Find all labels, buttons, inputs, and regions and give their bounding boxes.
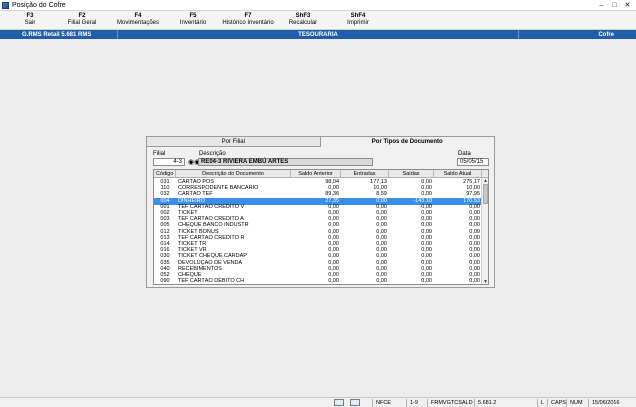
grid-header: Código Descrição do Documento Saldo Ante…: [154, 170, 488, 178]
status-bar: NFCE 1-9 FRMVGTCSALD 5.681.2 L CAPS NUM …: [0, 397, 636, 407]
col-saldo-anterior[interactable]: Saldo Anterior: [291, 170, 341, 177]
tab-por-filial[interactable]: Por Filial: [147, 137, 321, 147]
screen-name: Cofre: [518, 30, 636, 39]
data-label: Data: [458, 151, 471, 157]
descricao-label: Descrição: [199, 151, 226, 157]
fkey-label: Histórico Inventário: [222, 20, 274, 26]
filial-field[interactable]: 4-3: [153, 158, 185, 166]
document-icon: [350, 399, 360, 406]
data-field[interactable]: 05/05/15: [457, 158, 489, 166]
cofre-panel: Por Filial Por Tipos de Documento Filial…: [146, 136, 495, 288]
historico-inventario-button[interactable]: F7 Histórico Inventário: [218, 13, 278, 27]
inventario-button[interactable]: F5 Inventário: [163, 13, 223, 27]
status-date: 15/06/2016: [588, 399, 623, 407]
col-codigo[interactable]: Código: [154, 170, 176, 177]
module-header: G.RMS Retail 5.681 RMS TESOURARIA Cofre: [0, 30, 636, 39]
fkey-code: F3: [26, 13, 34, 19]
window-title: Posição do Cofre: [12, 1, 66, 9]
recalcular-button[interactable]: ShF3 Recalcular: [273, 13, 333, 27]
col-descricao[interactable]: Descrição do Documento: [176, 170, 291, 177]
movimentacoes-button[interactable]: F4 Movimentações: [108, 13, 168, 27]
fkey-code: ShF3: [295, 13, 311, 19]
table-row[interactable]: 090 TEF CARTÃO DÉBITO CH 0,00 0,00 0,00 0,00: [154, 278, 482, 285]
fkey-label: Sair: [24, 20, 36, 26]
cell-saldo-atual: 0,00: [469, 278, 480, 285]
cell-entradas: 0,00: [376, 278, 387, 285]
scroll-thumb[interactable]: [483, 184, 488, 204]
status-form-id: FRMVGTCSALD: [427, 399, 476, 407]
status-range: 1-9: [406, 399, 421, 407]
window-controls: – □ ✕: [597, 1, 632, 10]
documents-grid[interactable]: Código Descrição do Documento Saldo Ante…: [153, 169, 489, 285]
cell-descricao: TEF CARTÃO DÉBITO CH: [178, 278, 245, 285]
fkey-label: Imprimir: [347, 20, 369, 26]
descricao-field: RE04-3 RIVIERA EMBÚ ARTES: [198, 158, 373, 166]
cell-codigo: 090: [160, 278, 170, 285]
cell-saidas: 0,00: [421, 278, 432, 285]
minimize-icon[interactable]: –: [597, 1, 606, 9]
filial-geral-button[interactable]: F2 Filial Geral: [52, 13, 112, 27]
maximize-icon[interactable]: □: [610, 1, 619, 9]
cell-saldo-anterior: 0,00: [328, 278, 339, 285]
status-num: NUM: [566, 399, 586, 407]
keyboard-icon: [334, 399, 344, 406]
scroll-down-icon[interactable]: ▼: [482, 279, 488, 284]
sair-button[interactable]: F3 Sair: [0, 13, 60, 27]
module-name: TESOURARIA: [298, 31, 338, 38]
status-mode: NFCE: [372, 399, 394, 407]
status-version: 5.681.2: [474, 399, 499, 407]
fkey-label: Filial Geral: [67, 20, 97, 26]
fkey-label: Recalcular: [288, 20, 318, 26]
tab-por-tipos-documento[interactable]: Por Tipos de Documento: [320, 137, 494, 147]
fkey-code: F5: [189, 13, 197, 19]
col-saidas[interactable]: Saídas: [389, 170, 434, 177]
fkey-label: Inventário: [179, 20, 207, 26]
fkey-code: ShF4: [350, 13, 366, 19]
fkey-code: F2: [78, 13, 86, 19]
close-icon[interactable]: ✕: [623, 1, 632, 9]
imprimir-button[interactable]: ShF4 Imprimir: [328, 13, 388, 27]
fkey-code: F7: [244, 13, 252, 19]
title-bar: Posição do Cofre – □ ✕: [0, 0, 636, 11]
filial-label: Filial: [153, 151, 166, 157]
fkey-code: F4: [134, 13, 142, 19]
fkey-label: Movimentações: [116, 20, 160, 26]
app-icon: [2, 1, 9, 9]
status-l: L: [537, 399, 547, 407]
product-version: G.RMS Retail 5.681 RMS: [0, 30, 118, 39]
grid-scrollbar[interactable]: ▲ ▼: [481, 178, 488, 284]
col-entradas[interactable]: Entradas: [341, 170, 389, 177]
col-saldo-atual[interactable]: Saldo Atual: [434, 170, 482, 177]
tab-strip: Por Filial Por Tipos de Documento: [147, 137, 494, 147]
function-key-toolbar: F3 Sair F2 Filial Geral F4 Movimentações…: [0, 11, 636, 30]
